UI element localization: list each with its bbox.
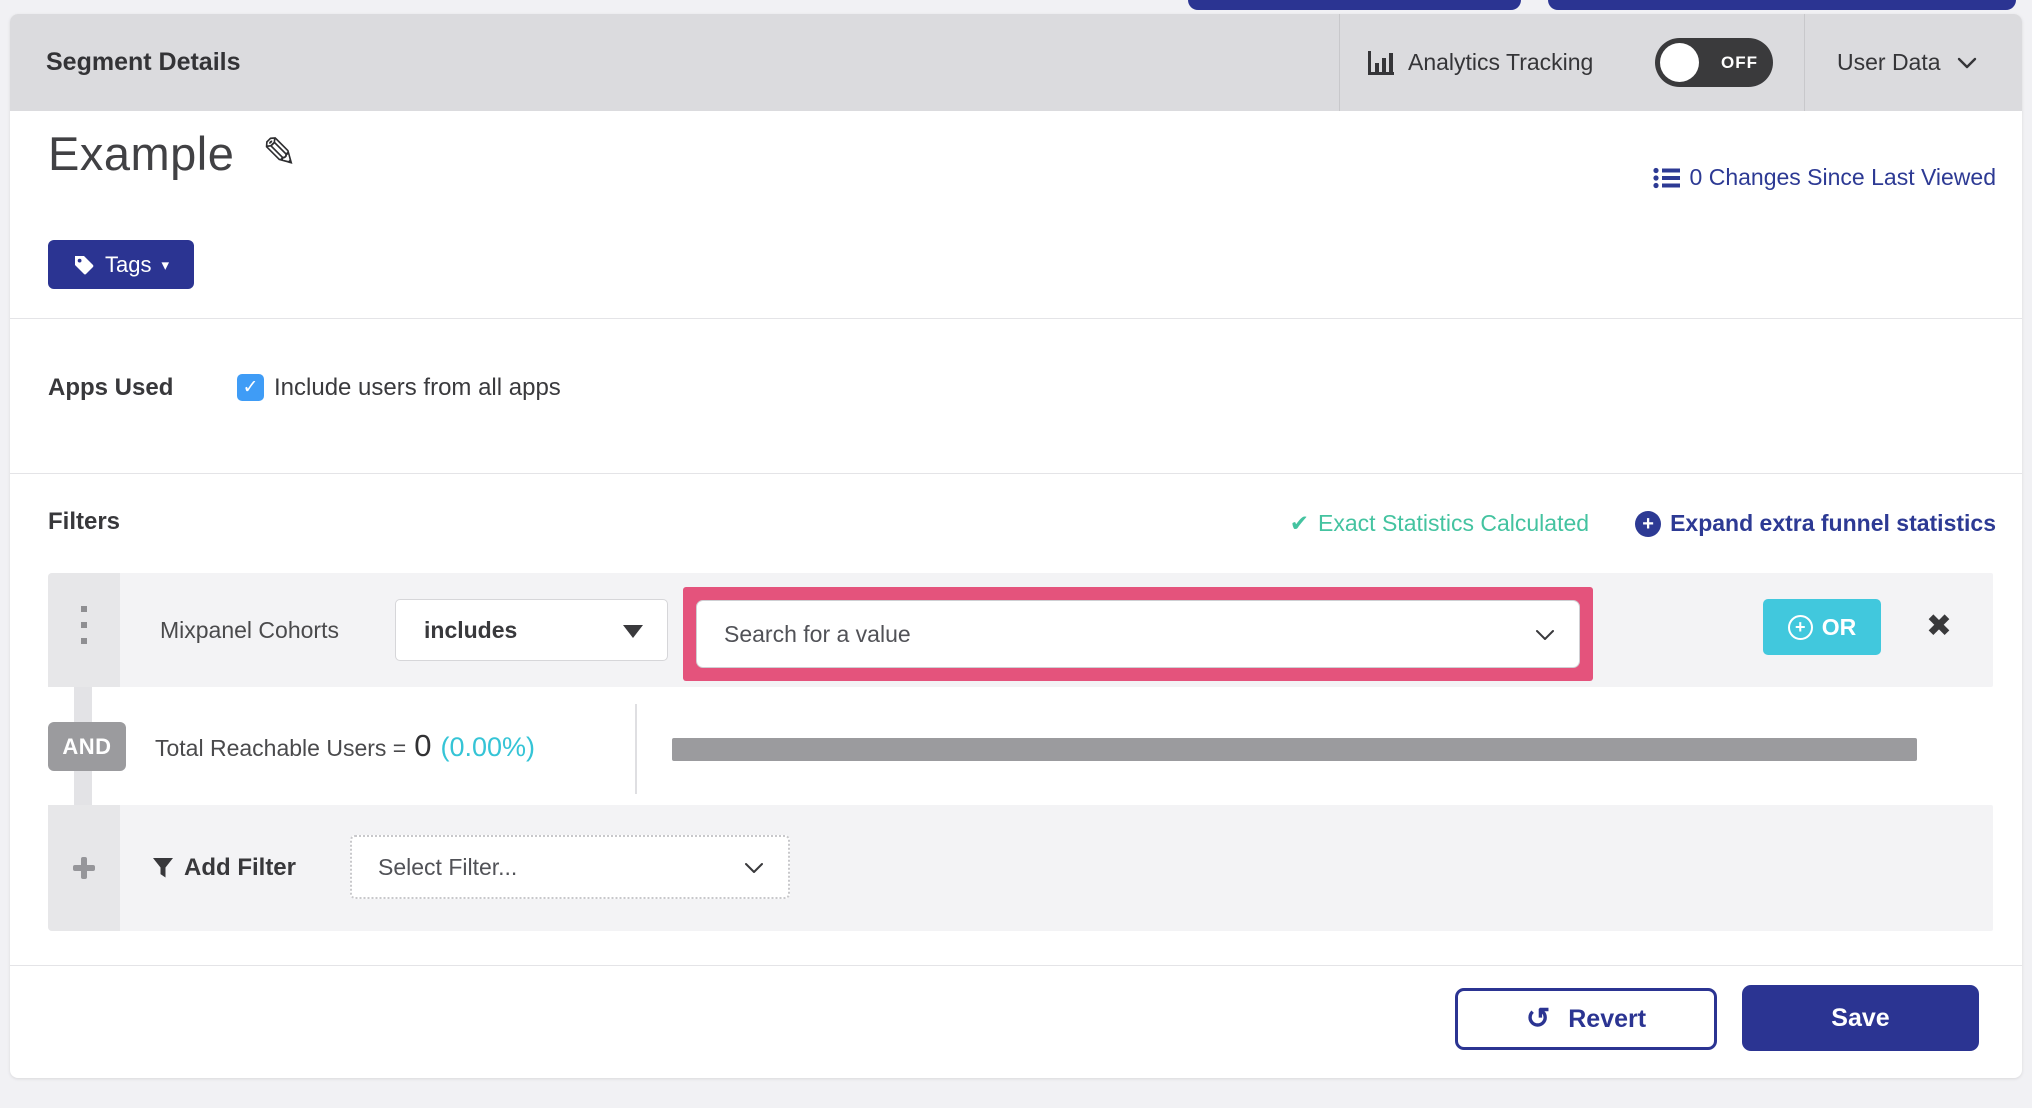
page-title: Segment Details	[46, 48, 241, 76]
filters-heading: Filters	[48, 508, 121, 535]
and-badge: AND	[48, 722, 126, 771]
select-filter-dropdown[interactable]: Select Filter...	[350, 835, 790, 899]
tag-icon	[73, 254, 95, 276]
plus-circle-icon: +	[1635, 510, 1662, 537]
operator-value: includes	[424, 617, 518, 643]
toggle-state-label: OFF	[1721, 53, 1758, 72]
plus-circle-icon: +	[1787, 614, 1813, 640]
total-reachable-percent: (0.00%)	[440, 732, 536, 762]
include-all-apps-checkbox[interactable]: ✓	[237, 374, 264, 401]
section-divider	[10, 318, 2022, 319]
changes-link-text: 0 Changes Since Last Viewed	[1689, 164, 1996, 190]
vertical-divider	[635, 704, 637, 794]
total-reachable-prefix: Total Reachable Users =	[155, 735, 407, 761]
header-bar: Segment Details Analytics Tracking OFF U…	[10, 14, 2022, 111]
segment-name: Example	[48, 127, 235, 180]
exact-statistics-status: ✔ Exact Statistics Calculated	[1290, 510, 1589, 537]
filter-row: Mixpanel Cohorts includes Search for a v…	[48, 573, 1993, 687]
list-icon	[1652, 167, 1680, 189]
reachable-users-progress-bar	[672, 738, 1917, 761]
total-reachable-count: 0	[414, 728, 432, 763]
analytics-tracking-label: Analytics Tracking	[1408, 49, 1594, 75]
save-button[interactable]: Save	[1742, 985, 1979, 1051]
analytics-tracking-group: Analytics Tracking	[1366, 14, 1593, 111]
funnel-icon	[152, 857, 174, 879]
chevron-down-icon	[1957, 57, 1977, 69]
add-filter-label: Add Filter	[184, 854, 296, 881]
drag-handle[interactable]	[48, 573, 120, 687]
changes-since-last-viewed-link[interactable]: 0 Changes Since Last Viewed	[1652, 164, 1996, 191]
add-filter-row: Add Filter Select Filter...	[48, 805, 1993, 931]
bar-chart-icon	[1366, 49, 1396, 77]
highlight-ring: Search for a value	[683, 587, 1593, 681]
caret-down-icon: ▾	[161, 256, 169, 274]
segment-details-card: Segment Details Analytics Tracking OFF U…	[10, 14, 2022, 1078]
user-data-label: User Data	[1837, 49, 1941, 75]
value-select[interactable]: Search for a value	[696, 600, 1580, 668]
value-placeholder: Search for a value	[724, 621, 911, 647]
drag-dots-icon	[81, 606, 87, 654]
page-root: Segment Details Analytics Tracking OFF U…	[0, 0, 2032, 1108]
or-button-label: OR	[1821, 613, 1857, 640]
revert-button[interactable]: ↺ Revert	[1455, 988, 1717, 1050]
section-divider	[10, 965, 2022, 966]
expand-funnel-statistics-link[interactable]: + Expand extra funnel statistics	[1635, 510, 1996, 537]
exact-statistics-label: Exact Statistics Calculated	[1318, 510, 1590, 536]
undo-icon: ↺	[1525, 1002, 1551, 1035]
operator-select[interactable]: includes	[395, 599, 668, 661]
analytics-tracking-toggle[interactable]: OFF	[1655, 38, 1773, 87]
checkmark-icon: ✓	[242, 377, 259, 398]
remove-filter-button[interactable]: ✖	[1926, 610, 1952, 641]
user-data-menu[interactable]: User Data	[1837, 14, 1977, 111]
section-divider	[10, 473, 2022, 474]
edit-pencil-icon[interactable]: ✎	[262, 128, 297, 177]
filters-status-row: ✔ Exact Statistics Calculated + Expand e…	[1290, 510, 1996, 537]
header-divider	[1339, 14, 1340, 111]
save-button-label: Save	[1831, 1003, 1890, 1032]
select-filter-placeholder: Select Filter...	[378, 854, 518, 880]
add-filter-plus-button[interactable]	[48, 805, 120, 931]
total-reachable-users: Total Reachable Users = 0 (0.00%)	[155, 728, 535, 764]
add-or-condition-button[interactable]: + OR	[1763, 599, 1881, 655]
top-nav-button-partial-left[interactable]	[1188, 0, 1521, 10]
top-nav-button-partial-right[interactable]	[1548, 0, 2016, 10]
header-divider	[1804, 14, 1805, 111]
caret-down-icon	[623, 625, 643, 638]
revert-button-label: Revert	[1568, 1004, 1647, 1033]
tags-button-label: Tags	[104, 251, 152, 277]
check-icon: ✔	[1289, 510, 1310, 536]
expand-funnel-statistics-label: Expand extra funnel statistics	[1670, 510, 1996, 536]
filter-field-label: Mixpanel Cohorts	[160, 617, 339, 643]
add-filter-group: Add Filter	[152, 805, 296, 931]
plus-icon	[73, 857, 95, 879]
tags-button[interactable]: Tags ▾	[48, 240, 194, 289]
chevron-down-icon	[1535, 629, 1555, 641]
include-all-apps-label: Include users from all apps	[274, 374, 561, 401]
chevron-down-icon	[744, 862, 764, 874]
apps-used-label: Apps Used	[48, 374, 174, 401]
toggle-knob	[1660, 43, 1699, 82]
